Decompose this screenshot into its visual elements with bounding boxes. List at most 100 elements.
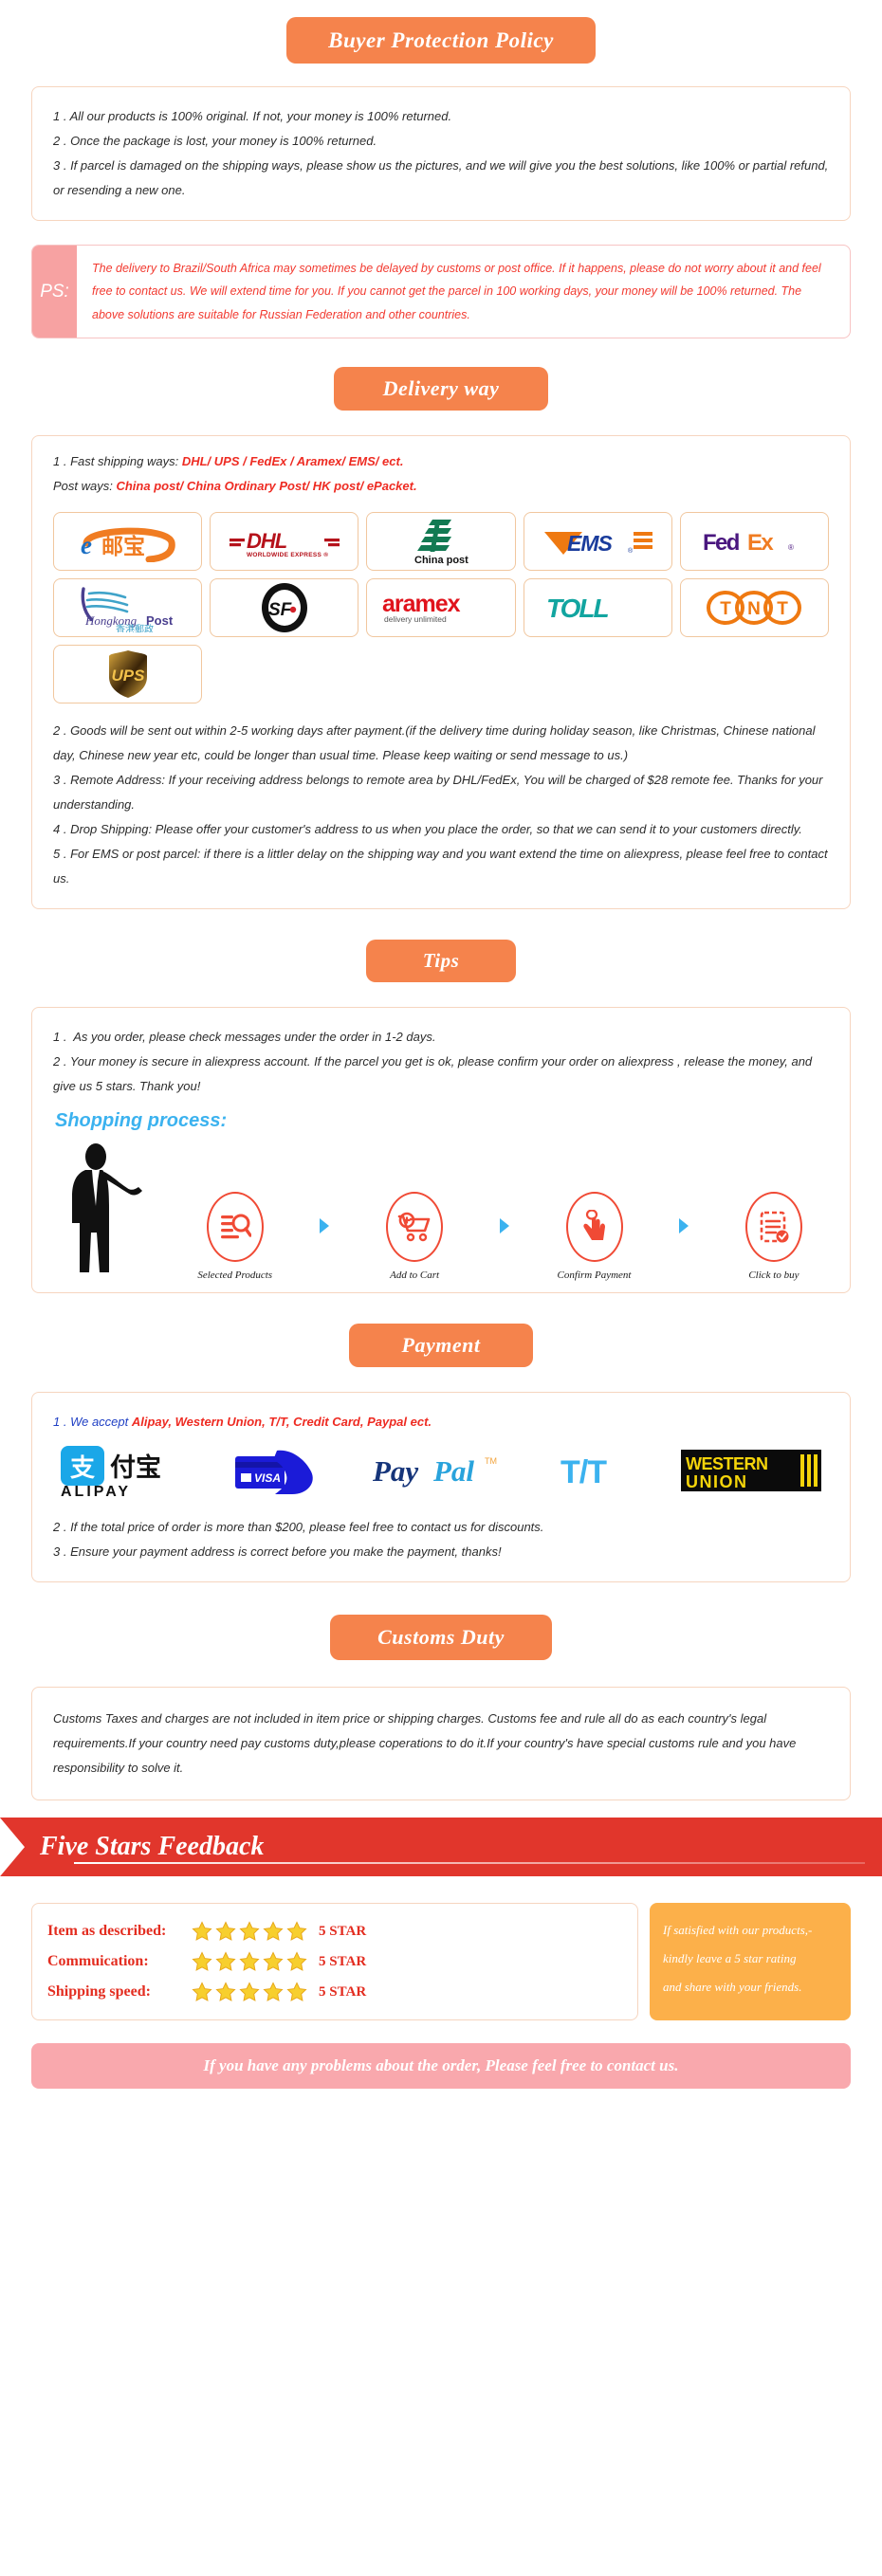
svg-text:SF: SF <box>268 600 293 620</box>
svg-text:Fed: Fed <box>703 530 740 556</box>
svg-text:TOLL: TOLL <box>546 594 608 623</box>
fedex-logo: Fed Ex ® <box>679 512 829 572</box>
feedback-stars-item-as-described <box>192 1921 307 1942</box>
chevron-right-icon <box>320 1218 330 1234</box>
alipay-icon: 支 付宝 ALIPAY <box>61 1446 161 1500</box>
svg-text:DHL: DHL <box>247 529 287 553</box>
star-icon <box>286 1951 307 1972</box>
svg-text:China post: China post <box>414 555 469 566</box>
china-post-icon: China post <box>414 520 469 566</box>
tips-card: 1 . As you order, please check messages … <box>31 1007 851 1294</box>
hongkong-post-icon: Hongkong Post 香港郵政 <box>81 587 173 632</box>
star-icon <box>215 1951 236 1972</box>
feedback-note-line-1: If satisfied with our products,- <box>663 1923 813 1938</box>
five-stars-feedback-banner: Five Stars Feedback <box>0 1818 882 1877</box>
paypal-logo: Pay Pal TM <box>371 1451 523 1497</box>
shopping-process-title: Shopping process: <box>55 1110 228 1132</box>
fedex-icon: Fed Ex ® <box>703 530 794 556</box>
star-icon <box>215 1921 236 1942</box>
svg-text:WORLDWIDE EXPRESS ®: WORLDWIDE EXPRESS ® <box>247 551 328 558</box>
buyer-protection-header: Buyer Protection Policy <box>0 17 882 64</box>
visa-credit-card-icon: VISA <box>234 1450 313 1495</box>
buyer-protection-line-1: 1 . All our products is 100% original. I… <box>53 109 452 123</box>
feedback-row-shipping-speed: Shipping speed: 5 STAR <box>47 1977 622 2007</box>
flow-arrow-3 <box>677 1217 690 1281</box>
five-stars-feedback-title: Five Stars Feedback <box>40 1832 265 1862</box>
buyer-protection-card: 1 . All our products is 100% original. I… <box>31 86 851 221</box>
svg-text:TM: TM <box>485 1456 497 1466</box>
add-to-cart-icon <box>397 1212 431 1242</box>
delivery-way-header: Delivery way <box>0 367 882 411</box>
hand-click-oval <box>565 1192 623 1263</box>
svg-text:Pal: Pal <box>432 1454 474 1488</box>
ps-notice-box: PS: The delivery to Brazil/South Africa … <box>31 245 851 339</box>
star-icon <box>286 1921 307 1942</box>
dhl-logo: DHL WORLDWIDE EXPRESS ® <box>210 512 359 572</box>
svg-text:UPS: UPS <box>111 667 145 685</box>
checklist-icon <box>760 1211 789 1243</box>
paypal-icon: Pay Pal TM <box>372 1454 497 1488</box>
payment-accept-value: Alipay, Western Union, T/T, Credit Card,… <box>131 1415 432 1430</box>
feedback-row-commuication: Commuication: 5 STAR <box>47 1946 622 1977</box>
svg-text:®: ® <box>628 547 634 555</box>
aramex-icon: aramex delivery unlimited <box>382 591 462 624</box>
feedback-stars-commuication <box>192 1951 307 1972</box>
post-ways-label: Post ways: <box>53 479 117 494</box>
svg-text:支: 支 <box>70 1454 95 1483</box>
businessman-illustration <box>61 1142 152 1281</box>
svg-text:Ex: Ex <box>747 530 774 556</box>
buyer-protection-line-2: 2 . Once the package is lost, your money… <box>53 134 377 148</box>
contact-us-footer-text: If you have any problems about the order… <box>203 2056 679 2075</box>
feedback-value-commuication: 5 STAR <box>319 1953 367 1969</box>
buyer-protection-title: Buyer Protection Policy <box>286 17 596 64</box>
flow-step-click-to-buy: Click to buy <box>725 1192 823 1281</box>
delivery-way-title: Delivery way <box>333 367 549 411</box>
toll-icon: TOLL <box>546 594 610 623</box>
tips-title: Tips <box>365 940 517 983</box>
banner-underline <box>74 1862 865 1865</box>
feedback-ratings-card: Item as described: 5 STAR Commuication: <box>31 1903 638 2021</box>
payment-line-3: 3 . Ensure your payment address is corre… <box>53 1544 502 1560</box>
svg-text:VISA: VISA <box>254 1471 281 1485</box>
ems-icon: EMS ® <box>544 531 653 556</box>
toll-logo: TOLL <box>523 578 672 638</box>
delivery-line-5: 5 . For EMS or post parcel: if there is … <box>53 847 832 886</box>
svg-text:delivery unlimited: delivery unlimited <box>384 614 447 624</box>
flow-label-click-to-buy: Click to buy <box>748 1270 799 1282</box>
visa-credit-card-logo: VISA <box>233 1445 336 1503</box>
flow-label-add-to-cart: Add to Cart <box>390 1270 440 1282</box>
banner-notch-icon <box>0 1818 25 1877</box>
star-icon <box>215 1982 236 2002</box>
carrier-logo-grid: e 邮宝 DHL WORLDWIDE EXPRESS ® China post … <box>53 512 829 704</box>
ups-logo: UPS <box>53 645 203 704</box>
customs-duty-title: Customs Duty <box>330 1615 552 1661</box>
chevron-right-icon <box>679 1218 689 1234</box>
checklist-oval <box>744 1192 802 1263</box>
payment-accept-line: 1 . We accept Alipay, Western Union, T/T… <box>53 1410 829 1434</box>
feedback-note-line-3: and share with your friends. <box>663 1979 802 1994</box>
star-icon <box>239 1921 260 1942</box>
epost-bao-logo: e 邮宝 <box>53 512 203 572</box>
svg-text:UNION: UNION <box>686 1472 748 1491</box>
sf-express-logo: SF <box>210 578 359 638</box>
hongkong-post-logo: Hongkong Post 香港郵政 <box>53 578 203 638</box>
buyer-protection-line-3: 3 . If parcel is damaged on the shipping… <box>53 158 832 197</box>
star-icon <box>263 1982 284 2002</box>
customs-duty-card: Customs Taxes and charges are not includ… <box>31 1687 851 1801</box>
ems-logo: EMS ® <box>523 512 672 572</box>
tips-line-1: 1 . As you order, please check messages … <box>53 1030 436 1045</box>
contact-us-footer-bar: If you have any problems about the order… <box>31 2043 851 2090</box>
dhl-icon: DHL WORLDWIDE EXPRESS ® <box>229 529 340 558</box>
svg-text:EMS: EMS <box>567 531 614 556</box>
fast-shipping-line: 1 . Fast shipping ways: DHL/ UPS / FedEx… <box>53 449 829 474</box>
tips-header: Tips <box>0 940 882 983</box>
search-list-oval <box>206 1192 264 1263</box>
svg-text:邮宝: 邮宝 <box>101 534 145 559</box>
star-icon <box>239 1951 260 1972</box>
payment-title: Payment <box>348 1324 534 1368</box>
feedback-label-item-as-described: Item as described: <box>47 1923 167 1940</box>
payment-card: 1 . We accept Alipay, Western Union, T/T… <box>31 1392 851 1583</box>
businessman-icon <box>72 1143 142 1273</box>
feedback-note-line-2: kindly leave a 5 star rating <box>663 1951 797 1966</box>
feedback-note-card: If satisfied with our products,- kindly … <box>650 1903 851 2021</box>
